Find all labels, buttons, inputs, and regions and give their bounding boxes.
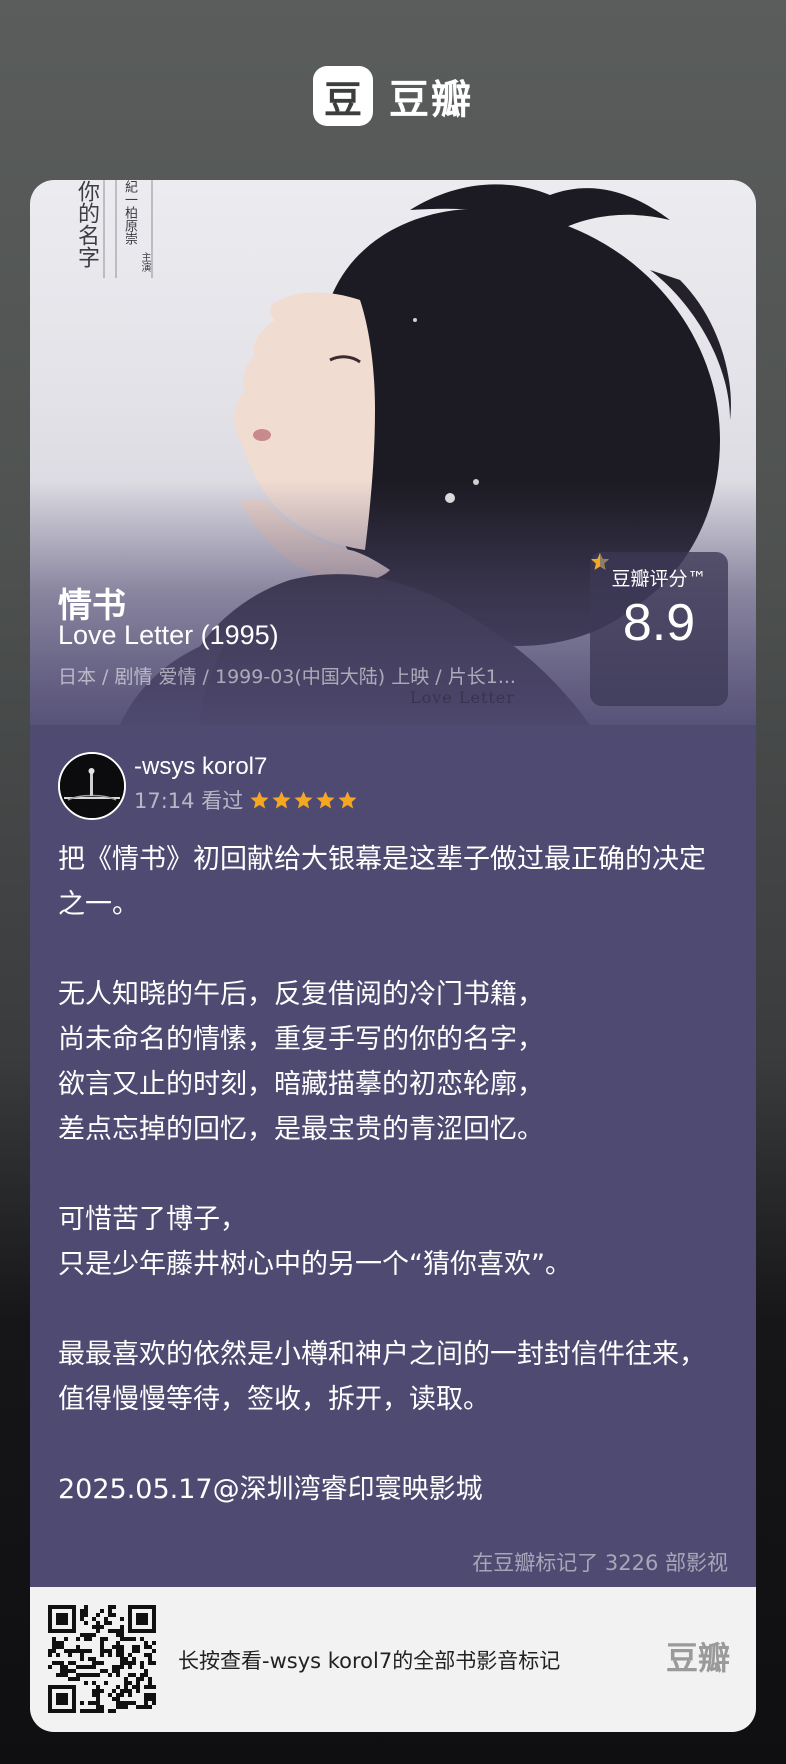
movie-meta: 日本 / 剧情 爱情 / 1999-03(中国大陆) 上映 / 片长1... bbox=[58, 666, 516, 688]
review-line: 2025.05.17@深圳湾睿印寰映影城 bbox=[58, 1474, 483, 1505]
poster-love-letter-text: Love Letter bbox=[410, 688, 515, 707]
review-line: 把《情书》初回献给大银幕是这辈子做过最正确的决定之一。 bbox=[58, 844, 706, 920]
review-line: 差点忘掉的回忆，是最宝贵的青涩回忆。 bbox=[58, 1114, 544, 1145]
review-subline: 17:14 看过 bbox=[134, 785, 358, 815]
movie-poster[interactable]: 你的名字 紀一柏原崇 主演 情书 Love Letter (1995) 日本 /… bbox=[30, 180, 756, 725]
footer-douban-logo: 豆瓣 bbox=[665, 1639, 730, 1677]
review-paragraph: 2025.05.17@深圳湾睿印寰映影城 bbox=[58, 1467, 728, 1512]
movie-english-title: Love Letter (1995) bbox=[58, 620, 279, 650]
star-icon bbox=[591, 553, 609, 570]
douban-logo-icon: 豆 bbox=[313, 66, 373, 126]
rating-value: 8.9 bbox=[622, 594, 696, 652]
review-body: 把《情书》初回献给大银幕是这辈子做过最正确的决定之一。无人知晓的午后，反复借阅的… bbox=[58, 837, 728, 1557]
review-paragraph: 把《情书》初回献给大银幕是这辈子做过最正确的决定之一。 bbox=[58, 837, 728, 927]
star-icon bbox=[294, 790, 313, 808]
douban-logo-text: 豆瓣 bbox=[389, 77, 473, 123]
share-card: 你的名字 紀一柏原崇 主演 情书 Love Letter (1995) 日本 /… bbox=[30, 180, 756, 1732]
review-line: 欲言又止的时刻，暗藏描摹的初恋轮廓， bbox=[58, 1069, 544, 1100]
user-stars bbox=[249, 790, 358, 811]
review-time: 17:14 看过 bbox=[134, 789, 244, 813]
qr-code-icon[interactable] bbox=[48, 1605, 156, 1713]
footer-text: 长按查看-wsys korol7的全部书影音标记 bbox=[178, 1649, 561, 1673]
douban-rating-box[interactable]: 豆瓣评分™ 8.9 bbox=[590, 552, 728, 706]
review-username[interactable]: -wsys korol7 bbox=[134, 753, 267, 781]
user-avatar[interactable] bbox=[58, 752, 126, 820]
rating-label: 豆瓣评分™ bbox=[611, 568, 707, 590]
star-icon bbox=[338, 790, 357, 808]
review-paragraph: 可惜苦了博子， 只是少年藤井树心中的另一个“猜你喜欢”。 bbox=[58, 1197, 728, 1287]
review-line: 可惜苦了博子， bbox=[58, 1204, 247, 1235]
review-line: 只是少年藤井树心中的另一个“猜你喜欢”。 bbox=[58, 1249, 572, 1280]
star-icon bbox=[250, 790, 269, 808]
poster-vertical-title: 你的名字 bbox=[74, 180, 99, 268]
review-section: -wsys korol7 17:14 看过 把《情书》初回献给大银幕是这辈子做过… bbox=[30, 725, 756, 1587]
poster-vertical-credit-2: 主演 bbox=[139, 252, 150, 272]
review-paragraph: 无人知晓的午后，反复借阅的冷门书籍， 尚未命名的情愫，重复手写的你的名字， 欲言又止… bbox=[58, 972, 728, 1152]
poster-vertical-credit: 紀一柏原崇 bbox=[122, 180, 137, 245]
card-footer[interactable]: 长按查看-wsys korol7的全部书影音标记 豆瓣 bbox=[30, 1587, 756, 1732]
douban-header: 豆 豆瓣 bbox=[0, 64, 786, 128]
review-line: 无人知晓的午后，反复借阅的冷门书籍， bbox=[58, 979, 544, 1010]
review-paragraph: 最最喜欢的依然是小樽和神户之间的一封封信件往来，值得慢慢等待，签收，拆开，读取。 bbox=[58, 1332, 728, 1422]
avatar-image bbox=[60, 754, 124, 818]
star-icon bbox=[272, 790, 291, 808]
marked-count: 在豆瓣标记了 3226 部影视 bbox=[472, 1551, 728, 1575]
star-icon bbox=[316, 790, 335, 808]
review-line: 尚未命名的情愫，重复手写的你的名字， bbox=[58, 1024, 544, 1055]
review-line: 最最喜欢的依然是小樽和神户之间的一封封信件往来，值得慢慢等待，签收，拆开，读取。 bbox=[58, 1339, 706, 1415]
